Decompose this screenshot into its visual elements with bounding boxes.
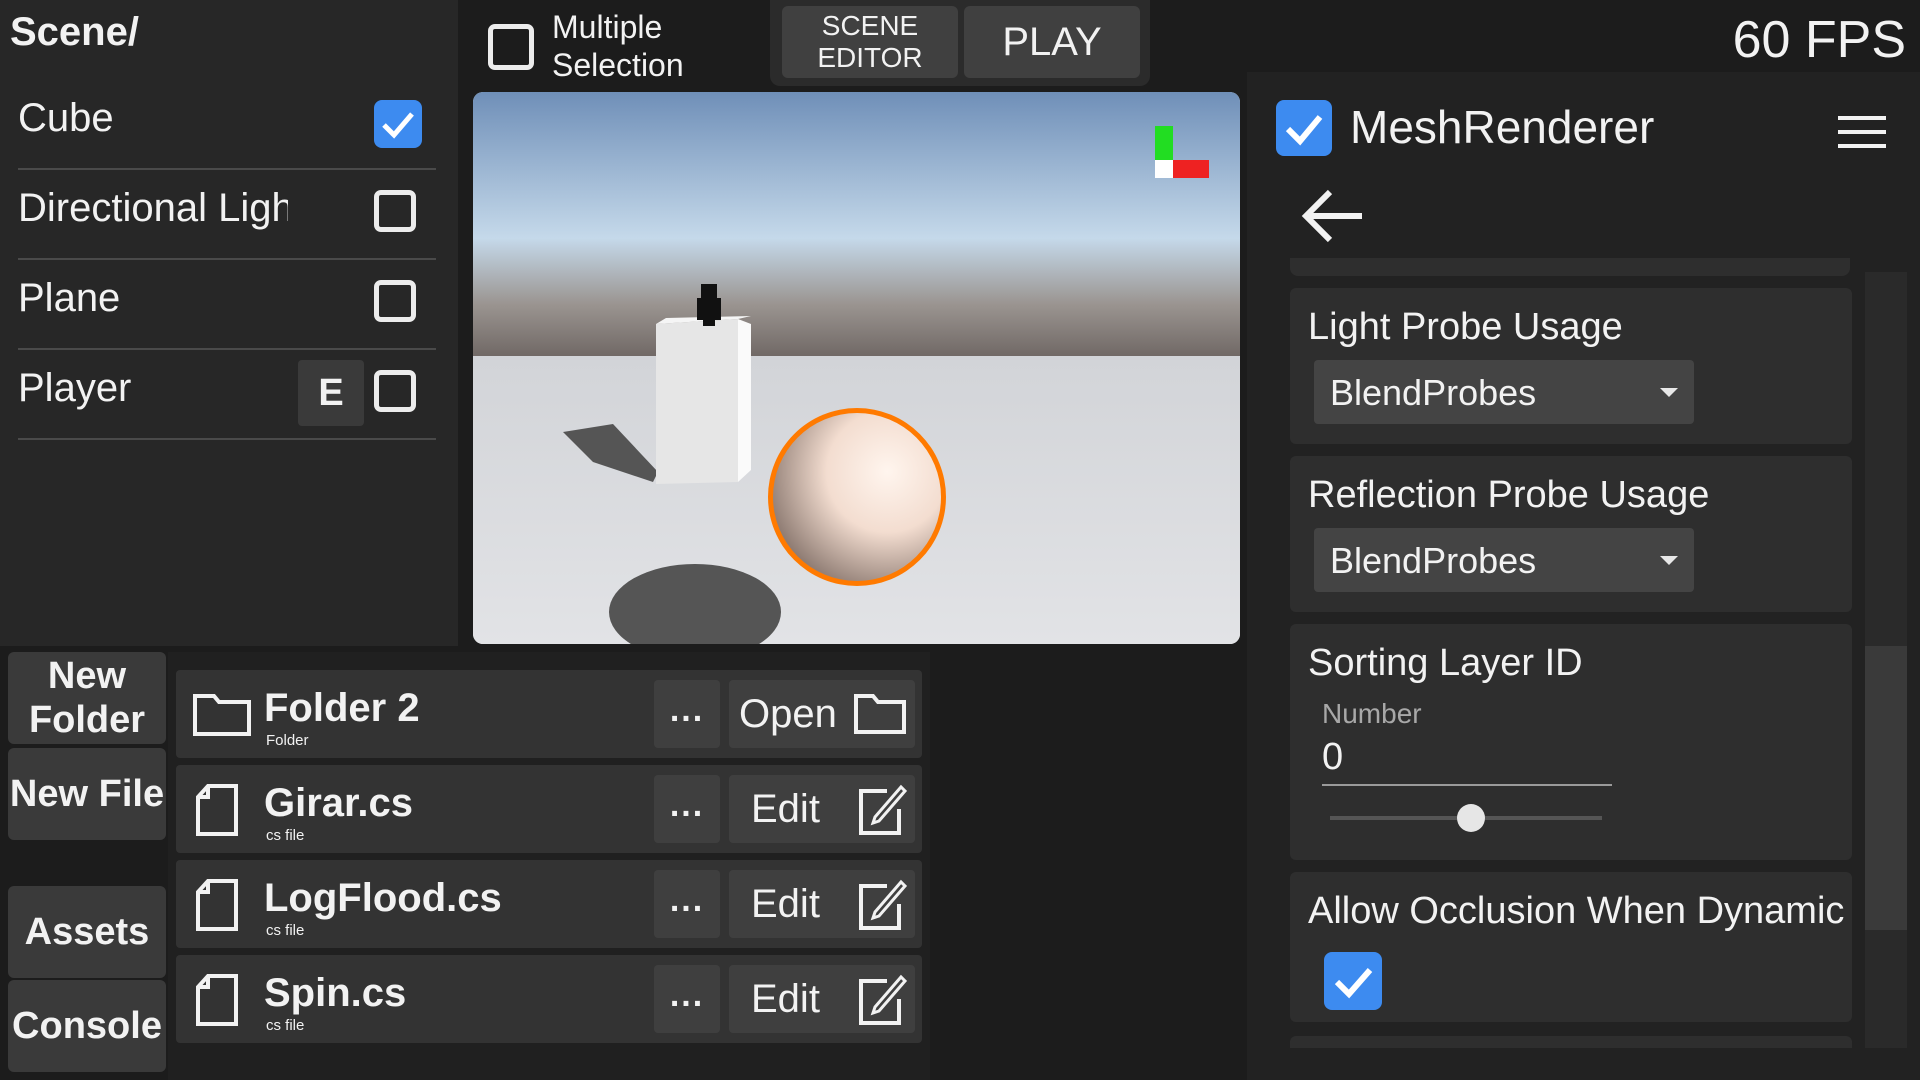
- check-icon: [382, 112, 414, 139]
- sorting-layer-slider[interactable]: [1330, 804, 1602, 832]
- edit-button[interactable]: Edit: [729, 870, 915, 938]
- reflection-probe-usage-card: Reflection Probe Usage BlendProbes: [1290, 456, 1852, 612]
- scene-viewport[interactable]: [473, 92, 1240, 644]
- edit-label: Edit: [751, 882, 820, 926]
- multiple-selection-checkbox[interactable]: [488, 24, 534, 70]
- back-arrow-icon[interactable]: [1300, 186, 1364, 246]
- slider-handle[interactable]: [1457, 804, 1486, 832]
- allow-occlusion-label: Allow Occlusion When Dynamic: [1308, 890, 1845, 932]
- active-checkbox[interactable]: [374, 370, 416, 412]
- new-file-label: New File: [9, 773, 165, 815]
- check-icon: [1285, 115, 1323, 146]
- dropdown-value: BlendProbes: [1330, 372, 1537, 413]
- component-enabled-checkbox[interactable]: [1276, 100, 1332, 156]
- file-row-spin[interactable]: Spin.cs cs file ... Edit: [176, 955, 922, 1043]
- file-name: Girar.cs: [264, 781, 414, 825]
- edit-icon: [859, 784, 907, 835]
- sorting-layer-id-card: Sorting Layer ID Number 0: [1290, 624, 1852, 860]
- active-checkbox[interactable]: [374, 100, 422, 148]
- file-name: Spin.cs: [264, 971, 407, 1015]
- hierarchy-item-label: Directional Light: [18, 186, 288, 230]
- edit-button[interactable]: Edit: [729, 775, 915, 843]
- allow-occlusion-checkbox[interactable]: [1324, 952, 1382, 1010]
- active-checkbox[interactable]: [374, 190, 416, 232]
- new-folder-label: New Folder: [28, 655, 146, 741]
- edit-icon: [859, 974, 907, 1025]
- sorting-layer-number-input[interactable]: 0: [1322, 736, 1612, 786]
- light-probe-usage-dropdown[interactable]: BlendProbes: [1314, 360, 1694, 424]
- reflection-probe-usage-label: Reflection Probe Usage: [1308, 474, 1710, 516]
- multiple-selection-label: Multiple Selection: [552, 9, 684, 83]
- hierarchy-item-plane[interactable]: Plane: [18, 260, 436, 350]
- hierarchy-item-directional-light[interactable]: Directional Light: [18, 170, 436, 260]
- file-type: cs file: [266, 1017, 305, 1034]
- tab-console[interactable]: Console: [8, 980, 166, 1072]
- more-options-button[interactable]: ...: [654, 680, 720, 748]
- component-title: MeshRenderer: [1350, 101, 1655, 153]
- file-type: cs file: [266, 922, 305, 939]
- file-icon: [196, 974, 238, 1026]
- file-type: Folder: [266, 732, 309, 749]
- console-label: Console: [12, 1005, 162, 1047]
- hierarchy-item-label: Cube: [18, 96, 114, 140]
- scene-editor-button[interactable]: SCENE EDITOR: [782, 6, 958, 78]
- check-icon: [1334, 968, 1373, 999]
- caret-down-icon: [1660, 388, 1678, 397]
- light-probe-usage-label: Light Probe Usage: [1308, 306, 1623, 348]
- file-row-girar[interactable]: Girar.cs cs file ... Edit: [176, 765, 922, 853]
- number-value: 0: [1322, 736, 1344, 778]
- edit-label: Edit: [751, 787, 820, 831]
- folder-icon: [854, 694, 906, 734]
- active-checkbox[interactable]: [374, 280, 416, 322]
- file-icon: [196, 784, 238, 836]
- edit-object-button[interactable]: E: [298, 360, 364, 426]
- edit-label: Edit: [751, 977, 820, 1021]
- open-button[interactable]: Open: [729, 680, 915, 748]
- file-name: LogFlood.cs: [264, 876, 502, 920]
- scene-render: [473, 92, 1240, 644]
- file-type: cs file: [266, 827, 305, 844]
- play-label: PLAY: [1002, 20, 1102, 64]
- hierarchy-panel: Scene/ Cube Directional Light Plane Play…: [0, 0, 458, 646]
- new-file-button[interactable]: New File: [8, 748, 166, 840]
- allow-occlusion-card: Allow Occlusion When Dynamic: [1290, 872, 1852, 1022]
- file-row-folder-2[interactable]: Folder 2 Folder ... Open: [176, 670, 922, 758]
- next-property-card: [1290, 1036, 1852, 1048]
- edit-button[interactable]: Edit: [729, 965, 915, 1033]
- file-name: Folder 2: [264, 686, 420, 730]
- open-label: Open: [739, 692, 837, 736]
- scene-editor-label: SCENE EDITOR: [817, 10, 923, 73]
- hierarchy-item-player[interactable]: Player E: [18, 350, 436, 440]
- fps-counter: 60 FPS: [1732, 11, 1906, 69]
- sorting-layer-id-label: Sorting Layer ID: [1308, 642, 1583, 684]
- play-button[interactable]: PLAY: [964, 6, 1140, 78]
- inspector-content: Light Probe Usage BlendProbes Reflection…: [1262, 270, 1898, 1048]
- more-options-button[interactable]: ...: [654, 775, 720, 843]
- hierarchy-item-label: Plane: [18, 276, 121, 320]
- folder-icon: [193, 694, 251, 736]
- hierarchy-item-label: Player: [18, 366, 132, 410]
- caret-down-icon: [1660, 556, 1678, 565]
- hierarchy-item-cube[interactable]: Cube: [18, 80, 436, 170]
- hamburger-icon[interactable]: [1838, 116, 1886, 150]
- scene-path-title: Scene/: [10, 10, 139, 54]
- light-probe-usage-card: Light Probe Usage BlendProbes: [1290, 288, 1852, 444]
- mode-bar: SCENE EDITOR PLAY: [770, 0, 1150, 86]
- reflection-probe-usage-dropdown[interactable]: BlendProbes: [1314, 528, 1694, 592]
- tab-assets[interactable]: Assets: [8, 886, 166, 978]
- dropdown-value: BlendProbes: [1330, 540, 1537, 581]
- more-options-button[interactable]: ...: [654, 965, 720, 1033]
- edit-icon: [859, 879, 907, 930]
- file-icon: [196, 879, 238, 931]
- number-field-caption: Number: [1322, 698, 1422, 729]
- assets-label: Assets: [24, 911, 150, 953]
- new-folder-button[interactable]: New Folder: [8, 652, 166, 744]
- file-row-logflood[interactable]: LogFlood.cs cs file ... Edit: [176, 860, 922, 948]
- more-options-button[interactable]: ...: [654, 870, 720, 938]
